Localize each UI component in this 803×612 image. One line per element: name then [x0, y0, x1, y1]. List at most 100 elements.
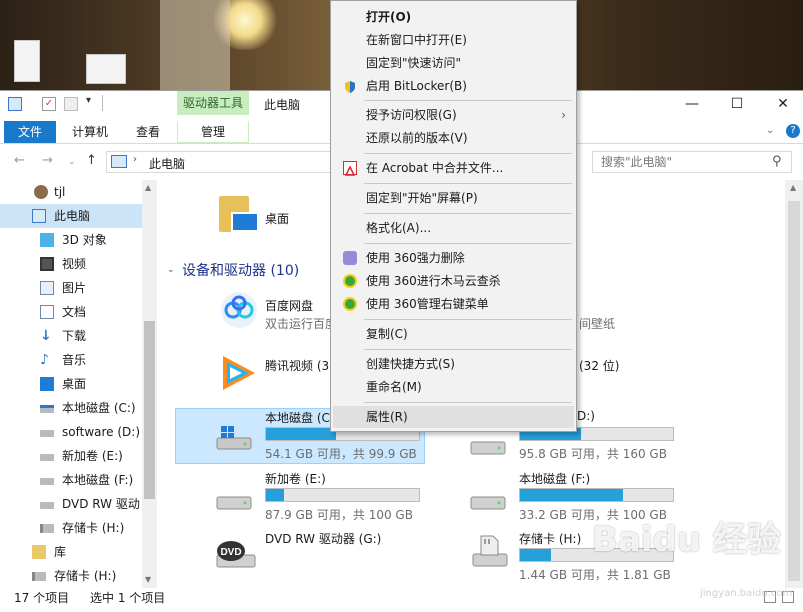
breadcrumb[interactable]: 此电脑: [149, 155, 185, 172]
menu-item-bitlocker[interactable]: 启用 BitLocker(B): [333, 75, 574, 97]
search-icon[interactable]: ⚲: [772, 154, 782, 169]
context-tab-drive-tools: 驱动器工具: [177, 91, 249, 115]
drive-name[interactable]: 新加卷 (E:): [265, 470, 326, 487]
tencent-video-icon[interactable]: [215, 350, 261, 396]
nav-item-drive-d[interactable]: software (D:): [0, 420, 142, 444]
group-header[interactable]: 设备和驱动器 (10): [182, 260, 299, 280]
recent-dropdown-icon[interactable]: ⌄: [68, 157, 76, 167]
breadcrumb-chevron-icon[interactable]: ›: [133, 154, 137, 165]
menu-label: 在新窗口中打开(E): [366, 33, 467, 47]
menu-item-create-shortcut[interactable]: 创建快捷方式(S): [333, 353, 574, 375]
menu-item-format[interactable]: 格式化(A)...: [333, 217, 574, 239]
picture-icon: [40, 281, 54, 295]
menu-label: 创建快捷方式(S): [366, 357, 455, 371]
drive-icon[interactable]: [469, 430, 507, 458]
tab-file[interactable]: 文件: [4, 121, 56, 143]
360-menu-icon: [343, 297, 357, 311]
menu-item-open[interactable]: 打开(O): [333, 6, 574, 28]
tab-view[interactable]: 查看: [122, 121, 174, 143]
drive-usage-bar: [265, 488, 420, 502]
properties-icon[interactable]: ✓: [42, 97, 56, 111]
scroll-down-icon[interactable]: ▼: [145, 575, 151, 584]
menu-separator: [364, 153, 572, 154]
library-icon: [32, 545, 46, 559]
search-input[interactable]: 搜索"此电脑": [592, 151, 792, 173]
menu-item-360-delete[interactable]: 使用 360强力删除: [333, 247, 574, 269]
tab-manage[interactable]: 管理: [177, 121, 249, 143]
drive-icon[interactable]: [215, 485, 253, 513]
computer-icon: [8, 97, 22, 111]
minimize-icon[interactable]: —: [682, 95, 702, 113]
menu-item-open-new-window[interactable]: 在新窗口中打开(E): [333, 29, 574, 51]
menu-label: 使用 360进行木马云查杀: [366, 274, 501, 288]
drive-capacity: 1.44 GB 可用，共 1.81 GB: [519, 568, 671, 582]
menu-label: 还原以前的版本(V): [366, 131, 468, 145]
menu-item-pin-quick-access[interactable]: 固定到"快速访问": [333, 52, 574, 74]
ribbon-collapse-icon[interactable]: ⌄: [766, 125, 774, 136]
nav-item-3d-objects[interactable]: 3D 对象: [0, 228, 142, 252]
nav-scrollbar-thumb[interactable]: [144, 321, 155, 499]
menu-separator: [364, 319, 572, 320]
sdcard-icon[interactable]: [469, 532, 509, 572]
menu-item-copy[interactable]: 复制(C): [333, 323, 574, 345]
nav-item-libraries[interactable]: 库: [0, 540, 142, 564]
menu-label: 格式化(A)...: [366, 221, 432, 235]
menu-item-acrobat-combine[interactable]: 在 Acrobat 中合并文件...: [333, 157, 574, 179]
nav-item-drive-c[interactable]: 本地磁盘 (C:): [0, 396, 142, 420]
nav-item-downloads[interactable]: ↓ 下载: [0, 324, 142, 348]
desktop-folder-label[interactable]: 桌面: [265, 210, 289, 227]
nav-item-sdcard-2[interactable]: 存储卡 (H:): [0, 564, 142, 588]
menu-item-rename[interactable]: 重命名(M): [333, 376, 574, 398]
close-icon[interactable]: ✕: [773, 95, 793, 113]
menu-item-pin-start[interactable]: 固定到"开始"屏幕(P): [333, 187, 574, 209]
scroll-up-icon[interactable]: ▲: [145, 183, 151, 192]
baidu-netdisk-icon[interactable]: [219, 290, 259, 330]
nav-item-dvd[interactable]: DVD RW 驱动: [0, 492, 142, 516]
nav-label: 下载: [62, 329, 87, 343]
drive-name[interactable]: DVD RW 驱动器 (G:): [265, 530, 381, 547]
nav-item-pictures[interactable]: 图片: [0, 276, 142, 300]
nav-label: 此电脑: [54, 209, 91, 223]
menu-label: 打开(O): [366, 10, 412, 24]
new-folder-icon[interactable]: [64, 97, 78, 111]
nav-item-documents[interactable]: 文档: [0, 300, 142, 324]
group-collapse-icon[interactable]: ⌄: [167, 265, 175, 275]
nav-item-sdcard[interactable]: 存储卡 (H:): [0, 516, 142, 540]
drive-icon: [40, 430, 54, 437]
up-icon[interactable]: ↑: [86, 153, 97, 168]
menu-item-give-access[interactable]: 授予访问权限(G) ›: [333, 104, 574, 126]
dvd-icon[interactable]: DVD: [213, 535, 259, 575]
nav-item-user[interactable]: tjl: [0, 180, 142, 204]
menu-item-restore-versions[interactable]: 还原以前的版本(V): [333, 127, 574, 149]
help-icon[interactable]: ?: [786, 124, 800, 138]
app-name[interactable]: 腾讯视频 (3: [265, 357, 331, 374]
app-name-fragment: (32 位): [579, 359, 620, 373]
menu-item-360-manage[interactable]: 使用 360管理右键菜单: [333, 293, 574, 315]
maximize-icon[interactable]: ☐: [727, 95, 747, 113]
drive-capacity: 95.8 GB 可用，共 160 GB: [519, 447, 667, 461]
nav-item-drive-f[interactable]: 本地磁盘 (F:): [0, 468, 142, 492]
drive-name[interactable]: 存储卡 (H:): [519, 530, 581, 547]
nav-item-drive-e[interactable]: 新加卷 (E:): [0, 444, 142, 468]
menu-separator: [364, 349, 572, 350]
nav-item-desktop[interactable]: 桌面: [0, 372, 142, 396]
qat-dropdown-icon[interactable]: ▾: [86, 95, 91, 106]
menu-label: 固定到"开始"屏幕(P): [366, 191, 478, 205]
desktop-thumbnail[interactable]: [14, 40, 40, 82]
nav-label: 文档: [62, 305, 87, 319]
app-name[interactable]: 百度网盘: [265, 297, 313, 314]
content-scrollbar-thumb[interactable]: [788, 201, 800, 581]
menu-item-360-scan[interactable]: 使用 360进行木马云查杀: [333, 270, 574, 292]
back-icon[interactable]: ←: [14, 153, 25, 168]
nav-item-music[interactable]: ♪ 音乐: [0, 348, 142, 372]
drive-name[interactable]: 本地磁盘 (F:): [519, 470, 590, 487]
menu-item-properties[interactable]: 属性(R): [333, 406, 574, 428]
nav-item-this-pc[interactable]: 此电脑: [0, 204, 142, 228]
drive-icon[interactable]: [469, 485, 507, 513]
desktop-thumbnail[interactable]: [86, 54, 126, 84]
forward-icon[interactable]: →: [42, 153, 53, 168]
nav-item-videos[interactable]: 视频: [0, 252, 142, 276]
tab-computer[interactable]: 计算机: [62, 121, 118, 143]
scroll-up-icon[interactable]: ▲: [790, 183, 796, 192]
dvd-icon: [40, 502, 54, 509]
